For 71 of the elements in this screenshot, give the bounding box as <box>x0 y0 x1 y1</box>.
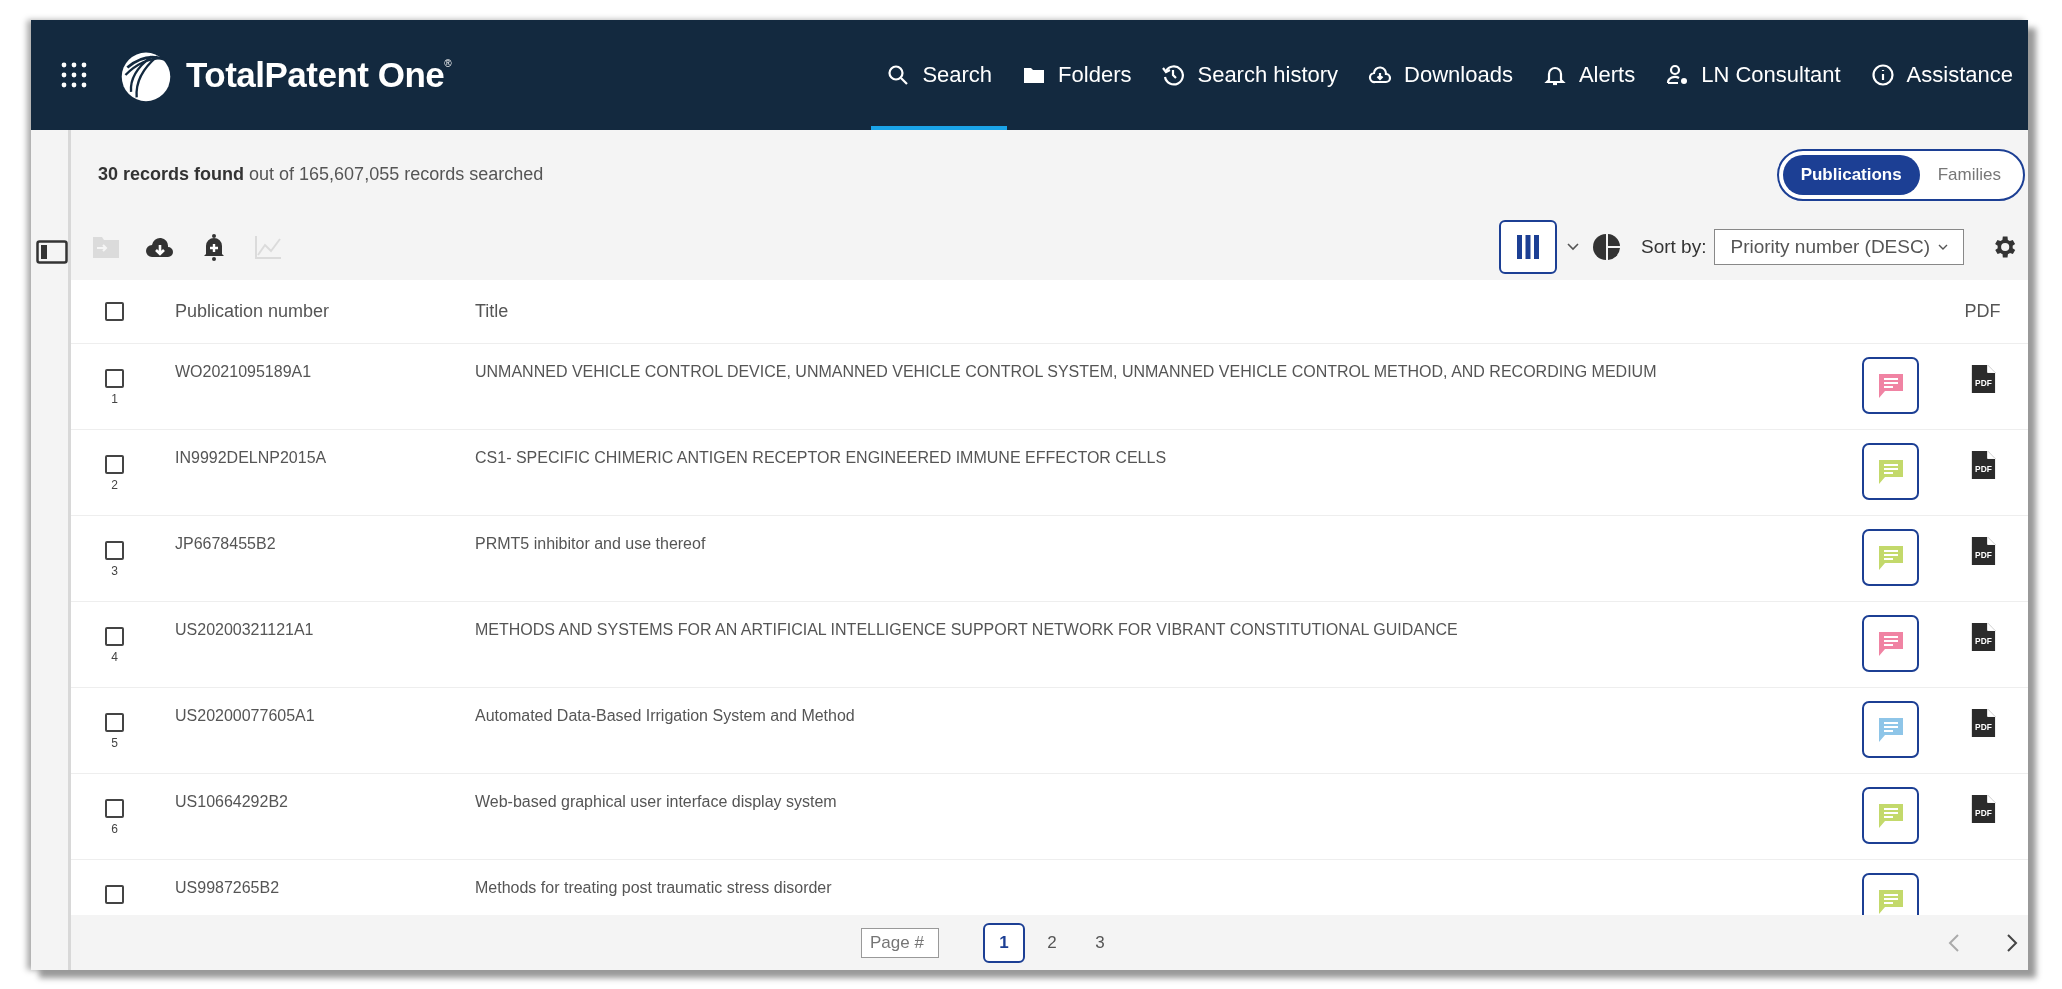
nav-link[interactable]: Folders <box>1007 20 1147 130</box>
nav-link[interactable]: LN Consultant <box>1650 20 1856 130</box>
publication-title: Methods for treating post traumatic stress disorder <box>475 878 833 898</box>
select-all-checkbox[interactable] <box>105 302 124 321</box>
row-checkbox[interactable] <box>105 455 124 474</box>
nav-link[interactable]: Alerts <box>1527 20 1651 130</box>
columns-view-button[interactable] <box>1498 220 1557 274</box>
row-index: 6 <box>110 822 119 836</box>
apps-grid-icon[interactable] <box>60 61 88 89</box>
records-summary: 30 records found out of 165,607,055 records searched <box>98 164 544 185</box>
caret-icon <box>1938 244 1948 250</box>
columns-icon <box>1515 234 1540 260</box>
publication-number[interactable]: US20200077605A1 <box>175 688 475 773</box>
row-checkbox[interactable] <box>105 369 124 388</box>
sort-label: Sort by: <box>1640 236 1707 258</box>
comment-button[interactable] <box>1861 443 1919 500</box>
pdf-file-icon[interactable]: PDF <box>1969 450 1996 480</box>
pdf-file-icon[interactable]: PDF <box>1969 794 1996 824</box>
row-checkbox[interactable] <box>105 885 124 904</box>
row-index: 2 <box>110 478 119 492</box>
comment-button[interactable] <box>1861 357 1919 414</box>
row-index: 1 <box>110 392 119 406</box>
publication-number[interactable]: JP6678455B2 <box>175 516 475 601</box>
row-checkbox[interactable] <box>105 541 124 560</box>
column-header[interactable]: Title <box>475 301 1835 322</box>
row-checkbox[interactable] <box>105 627 124 646</box>
publication-number[interactable]: US9987265B2 <box>175 860 475 915</box>
comment-button[interactable] <box>1861 701 1919 758</box>
publication-number[interactable]: WO2021095189A1 <box>175 344 475 429</box>
page-number-field[interactable]: Page # <box>861 927 939 958</box>
view-toggle-option[interactable]: Publications <box>1782 154 1920 195</box>
view-toggle-option[interactable]: Families <box>1919 154 2019 195</box>
row-index: 5 <box>110 736 119 750</box>
history-icon <box>1161 63 1186 87</box>
next-page-icon[interactable] <box>2006 932 2018 953</box>
comment-button[interactable] <box>1861 787 1919 844</box>
nav-link[interactable]: Search history <box>1146 20 1354 130</box>
comment-button[interactable] <box>1861 615 1919 672</box>
comment-button[interactable] <box>1861 529 1919 586</box>
row-checkbox[interactable] <box>105 713 124 732</box>
nav-link[interactable]: Assistance <box>1855 20 2028 130</box>
row-index: 4 <box>110 650 119 664</box>
pdf-file-icon[interactable]: PDF <box>1969 536 1996 566</box>
publication-number[interactable]: IN9992DELNP2015A <box>175 430 475 515</box>
publication-number[interactable]: US10664292B2 <box>175 774 475 859</box>
page-link[interactable]: 2 <box>1031 922 1073 963</box>
publication-title: METHODS AND SYSTEMS FOR AN ARTIFICIAL INTELLIGENCE SUPPORT NETWORK FOR VIBRANT CONSTITUTIONAL GUIDANCE <box>475 620 1459 640</box>
product-logo: TotalPatent One$^{®}$ <box>186 55 452 95</box>
nav-link[interactable]: Downloads <box>1353 20 1528 130</box>
publication-title: PRMT5 inhibitor and use thereof <box>475 534 707 554</box>
publication-title: Automated Data-Based Irrigation System and Method <box>475 706 856 726</box>
row-checkbox[interactable] <box>105 799 124 818</box>
row-index: 3 <box>110 564 119 578</box>
publication-number[interactable]: US20200321121A1 <box>175 602 475 687</box>
publication-title: Web-based graphical user interface display system <box>475 792 838 812</box>
page-link[interactable]: 1 <box>983 922 1025 963</box>
column-header[interactable]: Publication number <box>175 301 475 322</box>
caret-icon[interactable] <box>1566 243 1579 251</box>
publication-title: CS1- SPECIFIC CHIMERIC ANTIGEN RECEPTOR ENGINEERED IMMUNE EFFECTOR CELLS <box>475 448 1168 468</box>
user-gear-icon <box>1665 63 1690 87</box>
pdf-file-icon[interactable]: PDF <box>1969 364 1996 394</box>
info-icon <box>1870 63 1895 87</box>
page-link[interactable]: 3 <box>1079 922 1121 963</box>
column-header: PDF <box>1963 301 2002 322</box>
sort-dropdown[interactable]: Priority number (DESC) <box>1714 229 1964 265</box>
pdf-file-icon[interactable]: PDF <box>1969 622 1996 652</box>
publication-title: UNMANNED VEHICLE CONTROL DEVICE, UNMANNED VEHICLE CONTROL SYSTEM, UNMANNED VEHICLE CONTROL METHOD, AND RECORDING MEDIUM <box>475 362 1658 382</box>
pie-chart-icon[interactable] <box>1592 233 1621 261</box>
pdf-file-icon[interactable]: PDF <box>1969 708 1996 738</box>
comment-button[interactable] <box>1861 873 1919 915</box>
panel-toggle-icon[interactable] <box>35 240 68 264</box>
